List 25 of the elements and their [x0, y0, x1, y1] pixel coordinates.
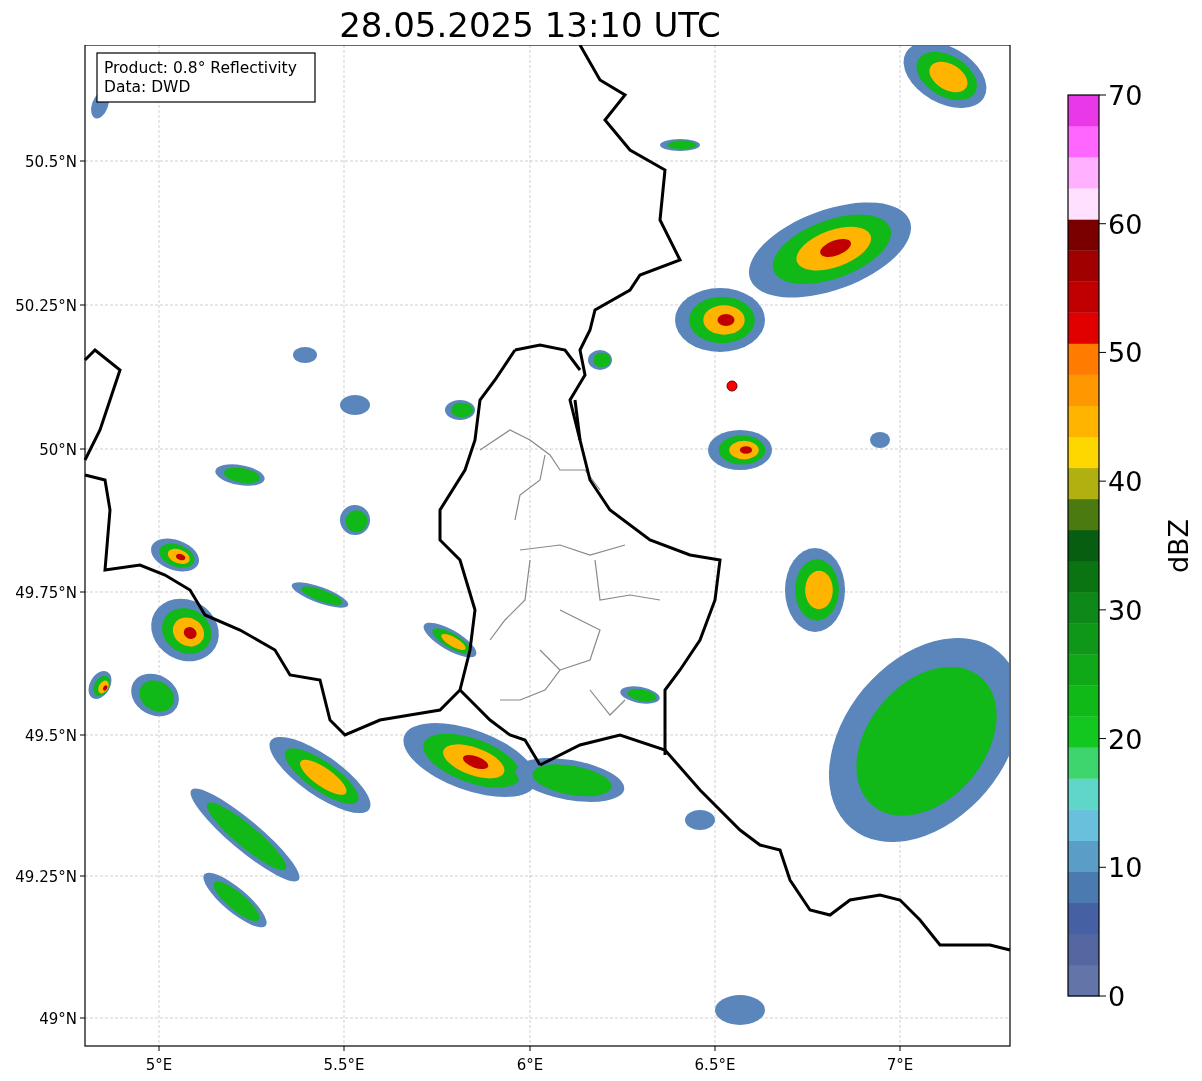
chart-title: 28.05.2025 13:10 UTC — [339, 4, 721, 47]
axis-tick-label: 50.5°N — [24, 153, 77, 171]
colorbar-tick-label: 0 — [1108, 981, 1126, 1012]
colorbar-tick-label: 20 — [1108, 723, 1143, 755]
axis-tick-label: 5.5°E — [323, 1056, 365, 1074]
info-text: Product: 0.8° Reflectivity — [104, 59, 297, 77]
axis-tick-label: 50°N — [39, 441, 77, 459]
axis-tick-label: 5°E — [145, 1056, 173, 1074]
axis-tick-label: 49.25°N — [15, 868, 77, 886]
axis-tick-label: 49.75°N — [15, 584, 77, 602]
axis-tick-label: 50.25°N — [15, 297, 77, 315]
colorbar-label: dBZ — [1163, 518, 1194, 574]
location-marker — [726, 380, 738, 392]
axis-tick-label: 7°E — [886, 1056, 914, 1074]
colorbar-tick-label: 50 — [1108, 337, 1143, 369]
axis-tick-label: 6°E — [516, 1056, 544, 1074]
colorbar-tick-label: 70 — [1108, 80, 1143, 111]
axis-tick-label: 49.5°N — [24, 727, 77, 745]
colorbar-tick-label: 10 — [1108, 852, 1143, 884]
info-text: Data: DWD — [104, 78, 191, 96]
axis-tick-label: 6.5°E — [694, 1056, 736, 1074]
colorbar-tick-label: 60 — [1108, 208, 1143, 240]
colorbar-tick-label: 30 — [1108, 594, 1143, 626]
colorbar-tick-label: 40 — [1108, 466, 1143, 498]
axis-tick-label: 49°N — [39, 1010, 77, 1028]
